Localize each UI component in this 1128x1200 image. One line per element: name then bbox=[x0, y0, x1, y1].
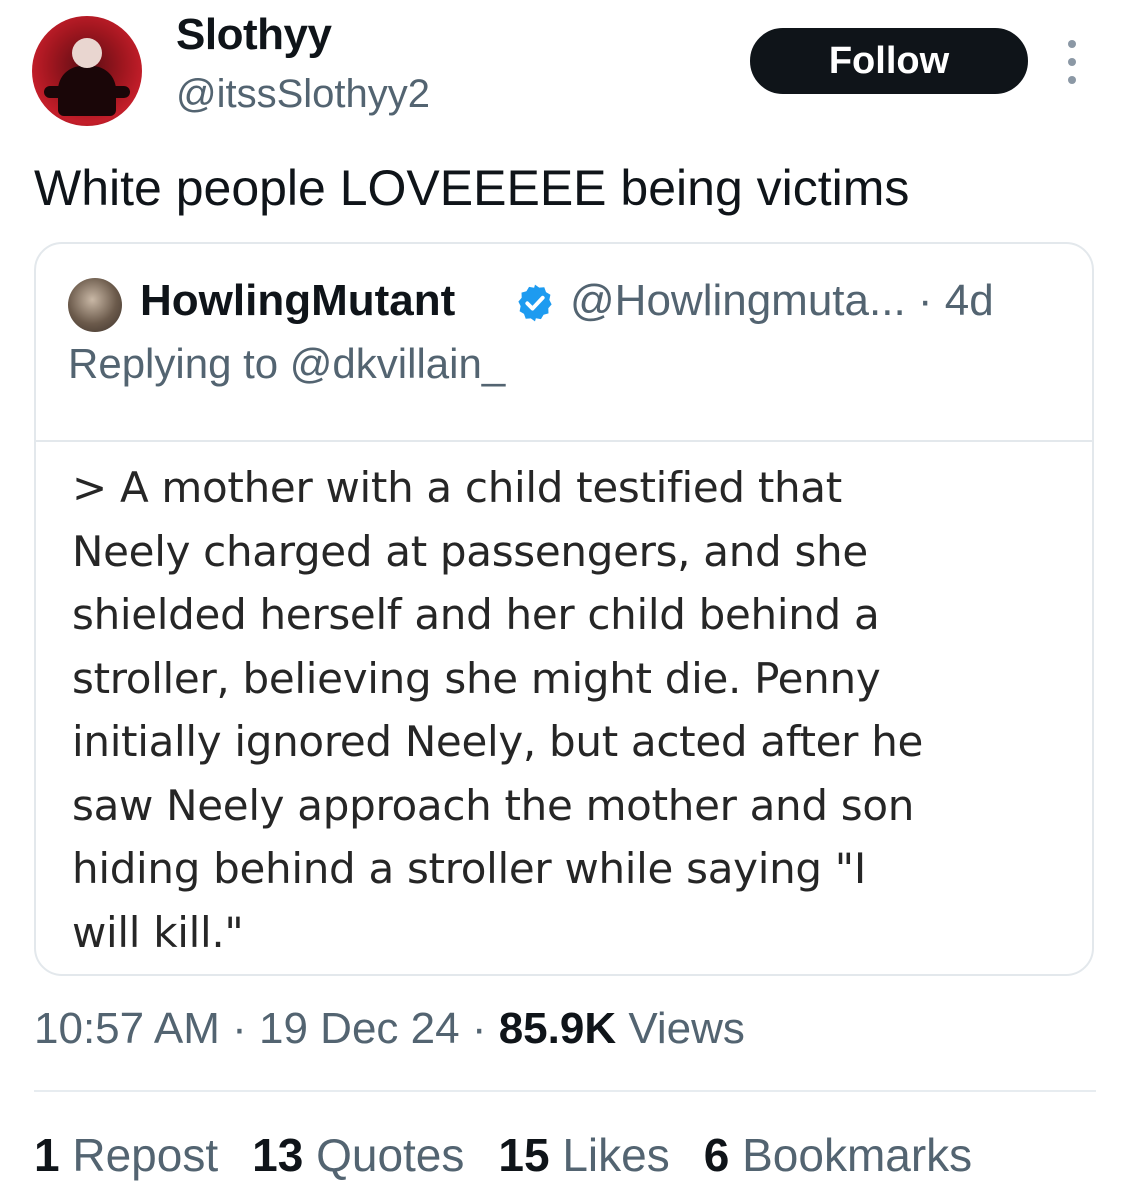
more-vertical-icon[interactable] bbox=[1064, 40, 1080, 84]
author-handle[interactable]: @itssSlothyy2 bbox=[176, 72, 430, 117]
bookmarks-label: Bookmarks bbox=[729, 1129, 973, 1181]
quote-author-avatar[interactable] bbox=[68, 278, 122, 332]
divider bbox=[34, 1090, 1096, 1092]
engagement-stats: 1 Repost 13 Quotes 15 Likes 6 Bookmarks bbox=[34, 1128, 1006, 1182]
likes-label: Likes bbox=[549, 1129, 670, 1181]
more-dot bbox=[1068, 40, 1076, 48]
quotes-label: Quotes bbox=[303, 1129, 465, 1181]
bookmarks-stat[interactable]: 6 Bookmarks bbox=[704, 1128, 972, 1182]
tweet-meta: 10:57 AM · 19 Dec 24 · 85.9K Views bbox=[34, 1004, 745, 1054]
more-dot bbox=[1068, 76, 1076, 84]
views-label: Views bbox=[616, 1004, 745, 1053]
quote-divider bbox=[36, 440, 1092, 442]
quote-body-text: > A mother with a child testified that N… bbox=[72, 463, 924, 957]
more-dot bbox=[1068, 58, 1076, 66]
quote-handle-text: @Howlingmuta... bbox=[570, 276, 906, 325]
avatar-art-body bbox=[58, 66, 116, 116]
likes-count: 15 bbox=[498, 1129, 550, 1181]
meta-separator: · bbox=[459, 1004, 499, 1053]
quote-replying-to[interactable]: Replying to @dkvillain_ bbox=[68, 340, 505, 388]
meta-separator: · bbox=[219, 1004, 260, 1053]
author-display-name[interactable]: Slothyy bbox=[176, 10, 332, 60]
quoted-tweet[interactable]: HowlingMutant @Howlingmuta... · 4d Reply… bbox=[34, 242, 1094, 976]
follow-button[interactable]: Follow bbox=[750, 28, 1028, 94]
tweet-text: White people LOVEEEEE being victims bbox=[34, 160, 910, 216]
quote-time: · 4d bbox=[917, 276, 994, 325]
quotes-stat[interactable]: 13 Quotes bbox=[252, 1128, 464, 1182]
avatar-art-head bbox=[72, 38, 102, 68]
author-avatar[interactable] bbox=[32, 16, 142, 126]
reposts-stat[interactable]: 1 Repost bbox=[34, 1128, 218, 1182]
tweet-time[interactable]: 10:57 AM bbox=[34, 1004, 220, 1053]
quote-author-name[interactable]: HowlingMutant bbox=[140, 276, 455, 326]
tweet-date[interactable]: 19 Dec 24 bbox=[259, 1004, 460, 1053]
likes-stat[interactable]: 15 Likes bbox=[498, 1128, 669, 1182]
quotes-count: 13 bbox=[252, 1129, 304, 1181]
reposts-label: Repost bbox=[59, 1129, 219, 1181]
views-count: 85.9K bbox=[498, 1004, 617, 1053]
bookmarks-count: 6 bbox=[703, 1129, 730, 1181]
reposts-count: 1 bbox=[34, 1129, 60, 1181]
quote-author-handle[interactable]: @Howlingmuta... · 4d bbox=[570, 276, 994, 326]
verified-badge-icon bbox=[518, 284, 552, 322]
